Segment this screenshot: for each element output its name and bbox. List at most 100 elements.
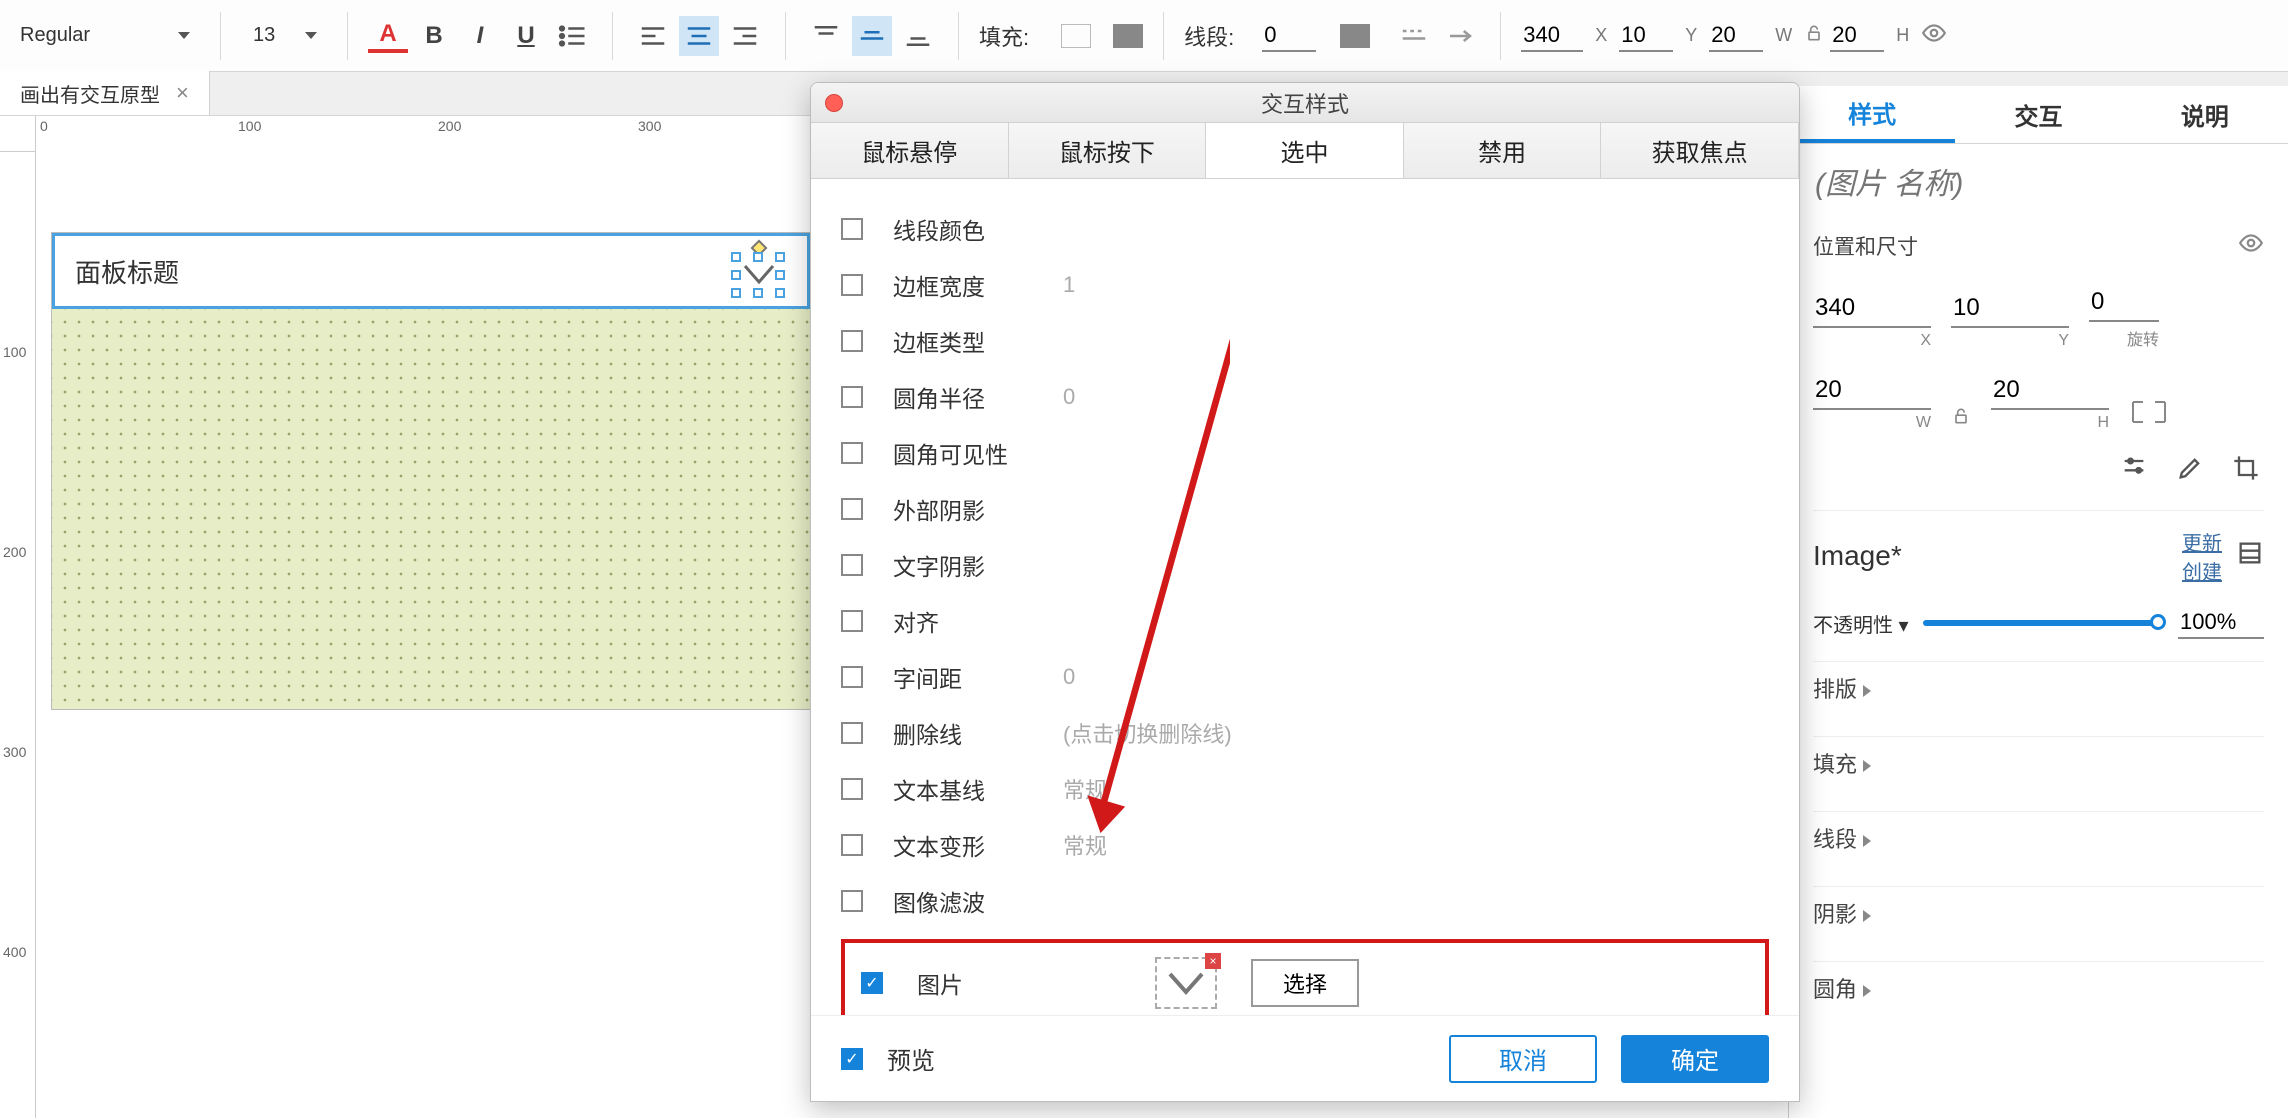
accordion-corner[interactable]: 圆角 <box>1813 961 2264 1014</box>
italic-button[interactable]: I <box>460 16 500 56</box>
font-size-select[interactable]: 13 <box>241 24 327 47</box>
text-color-button[interactable]: A <box>368 19 408 53</box>
option-checkbox[interactable] <box>841 778 863 800</box>
line-width-input[interactable] <box>1262 20 1316 52</box>
document-tab[interactable]: 画出有交互原型 × <box>0 71 210 115</box>
remove-image-icon[interactable]: × <box>1205 953 1221 969</box>
valign-top-button[interactable] <box>806 16 846 56</box>
document-tab-title: 画出有交互原型 <box>20 79 160 108</box>
pos-rot-input[interactable] <box>2089 284 2159 322</box>
update-link[interactable]: 更新 <box>2182 527 2222 556</box>
fill-color-swatch[interactable] <box>1113 24 1143 48</box>
ok-button[interactable]: 确定 <box>1621 1035 1769 1083</box>
option-checkbox[interactable] <box>841 666 863 688</box>
option-checkbox[interactable] <box>841 498 863 520</box>
widget-name-input[interactable] <box>1813 162 2264 208</box>
selection-handles[interactable] <box>731 250 787 300</box>
tab-mouseover[interactable]: 鼠标悬停 <box>811 123 1009 178</box>
tab-interaction[interactable]: 交互 <box>1955 86 2121 143</box>
pos-h-input[interactable] <box>1991 372 2109 410</box>
style-option-row: 对齐 <box>841 593 1769 649</box>
image-thumbnail[interactable]: × <box>1155 957 1217 1009</box>
option-checkbox[interactable] <box>841 218 863 240</box>
bullet-list-button[interactable] <box>552 16 592 56</box>
pos-y-input[interactable] <box>1951 290 2069 328</box>
option-checkbox[interactable] <box>841 722 863 744</box>
pos-w-input[interactable] <box>1813 372 1931 410</box>
line-style-button[interactable] <box>1394 16 1434 56</box>
option-label: 边框宽度 <box>893 268 1033 302</box>
option-checkbox[interactable] <box>841 274 863 296</box>
tab-notes[interactable]: 说明 <box>2122 86 2288 143</box>
style-option-row: 边框类型 <box>841 313 1769 369</box>
style-option-row: 文字阴影 <box>841 537 1769 593</box>
h-input[interactable] <box>1830 20 1884 52</box>
align-center-button[interactable] <box>679 16 719 56</box>
y-input[interactable] <box>1619 20 1673 52</box>
visibility-icon[interactable] <box>2238 230 2264 262</box>
create-link[interactable]: 创建 <box>2182 556 2222 585</box>
option-checkbox[interactable] <box>841 610 863 632</box>
select-image-button[interactable]: 选择 <box>1251 959 1359 1007</box>
ruler-corner <box>0 116 36 152</box>
close-icon[interactable]: × <box>176 80 189 106</box>
sliders-icon[interactable] <box>2120 454 2148 488</box>
style-option-row: 外部阴影 <box>841 481 1769 537</box>
preview-checkbox[interactable]: ✓ <box>841 1048 863 1070</box>
accordion-fill[interactable]: 填充 <box>1813 736 2264 789</box>
x-input[interactable] <box>1521 20 1583 52</box>
accordion-shadow[interactable]: 阴影 <box>1813 886 2264 939</box>
lock-aspect-icon[interactable] <box>1951 406 1971 432</box>
tab-disabled[interactable]: 禁用 <box>1404 123 1602 178</box>
option-checkbox[interactable] <box>841 330 863 352</box>
font-family-select[interactable]: Regular <box>10 24 200 47</box>
line-color-swatch[interactable] <box>1340 24 1370 48</box>
chevron-down-icon <box>178 32 190 39</box>
y-label: Y <box>1685 25 1697 46</box>
align-left-button[interactable] <box>633 16 673 56</box>
panel-widget[interactable]: 面板标题 <box>51 232 811 710</box>
crop-icon[interactable] <box>2232 454 2260 488</box>
panel-body[interactable] <box>52 309 810 709</box>
tab-focused[interactable]: 获取焦点 <box>1601 123 1799 178</box>
h-label: H <box>1896 25 1909 46</box>
ruler-vertical[interactable]: 100 200 300 400 <box>0 152 36 1118</box>
tab-mousedown[interactable]: 鼠标按下 <box>1009 123 1207 178</box>
accordion-typography[interactable]: 排版 <box>1813 661 2264 714</box>
option-checkbox[interactable] <box>841 386 863 408</box>
opacity-slider[interactable] <box>1923 620 2164 626</box>
chevron-down-icon <box>305 32 317 39</box>
visibility-toggle-icon[interactable] <box>1921 20 1947 52</box>
tab-style[interactable]: 样式 <box>1789 86 1955 143</box>
bold-button[interactable]: B <box>414 16 454 56</box>
option-checkbox[interactable] <box>841 834 863 856</box>
lock-aspect-icon[interactable] <box>1804 23 1824 49</box>
panel-header[interactable]: 面板标题 <box>52 233 810 309</box>
cancel-button[interactable]: 取消 <box>1449 1035 1597 1083</box>
w-input[interactable] <box>1709 20 1763 52</box>
align-right-button[interactable] <box>725 16 765 56</box>
style-option-row: 删除线 (点击切换删除线) <box>841 705 1769 761</box>
flip-icons[interactable] <box>2129 398 2169 432</box>
pencil-icon[interactable] <box>2176 454 2204 488</box>
option-checkbox[interactable] <box>841 554 863 576</box>
style-option-row: 圆角半径 0 <box>841 369 1769 425</box>
image-checkbox[interactable]: ✓ <box>861 972 883 994</box>
fill-transparent-swatch[interactable] <box>1061 24 1091 48</box>
arrow-style-button[interactable] <box>1440 16 1480 56</box>
dialog-titlebar[interactable]: 交互样式 <box>811 83 1799 123</box>
opacity-input[interactable] <box>2178 607 2264 639</box>
pos-x-input[interactable] <box>1813 290 1931 328</box>
manage-styles-icon[interactable] <box>2236 539 2264 573</box>
window-close-dot[interactable] <box>825 94 843 112</box>
underline-button[interactable]: U <box>506 16 546 56</box>
style-option-row: 文本变形 常规 <box>841 817 1769 873</box>
opacity-label[interactable]: 不透明性 ▾ <box>1813 609 1909 638</box>
accordion-line[interactable]: 线段 <box>1813 811 2264 864</box>
option-checkbox[interactable] <box>841 442 863 464</box>
tab-selected[interactable]: 选中 <box>1206 123 1404 178</box>
option-checkbox[interactable] <box>841 890 863 912</box>
valign-bottom-button[interactable] <box>898 16 938 56</box>
valign-middle-button[interactable] <box>852 16 892 56</box>
style-option-row: 圆角可见性 <box>841 425 1769 481</box>
